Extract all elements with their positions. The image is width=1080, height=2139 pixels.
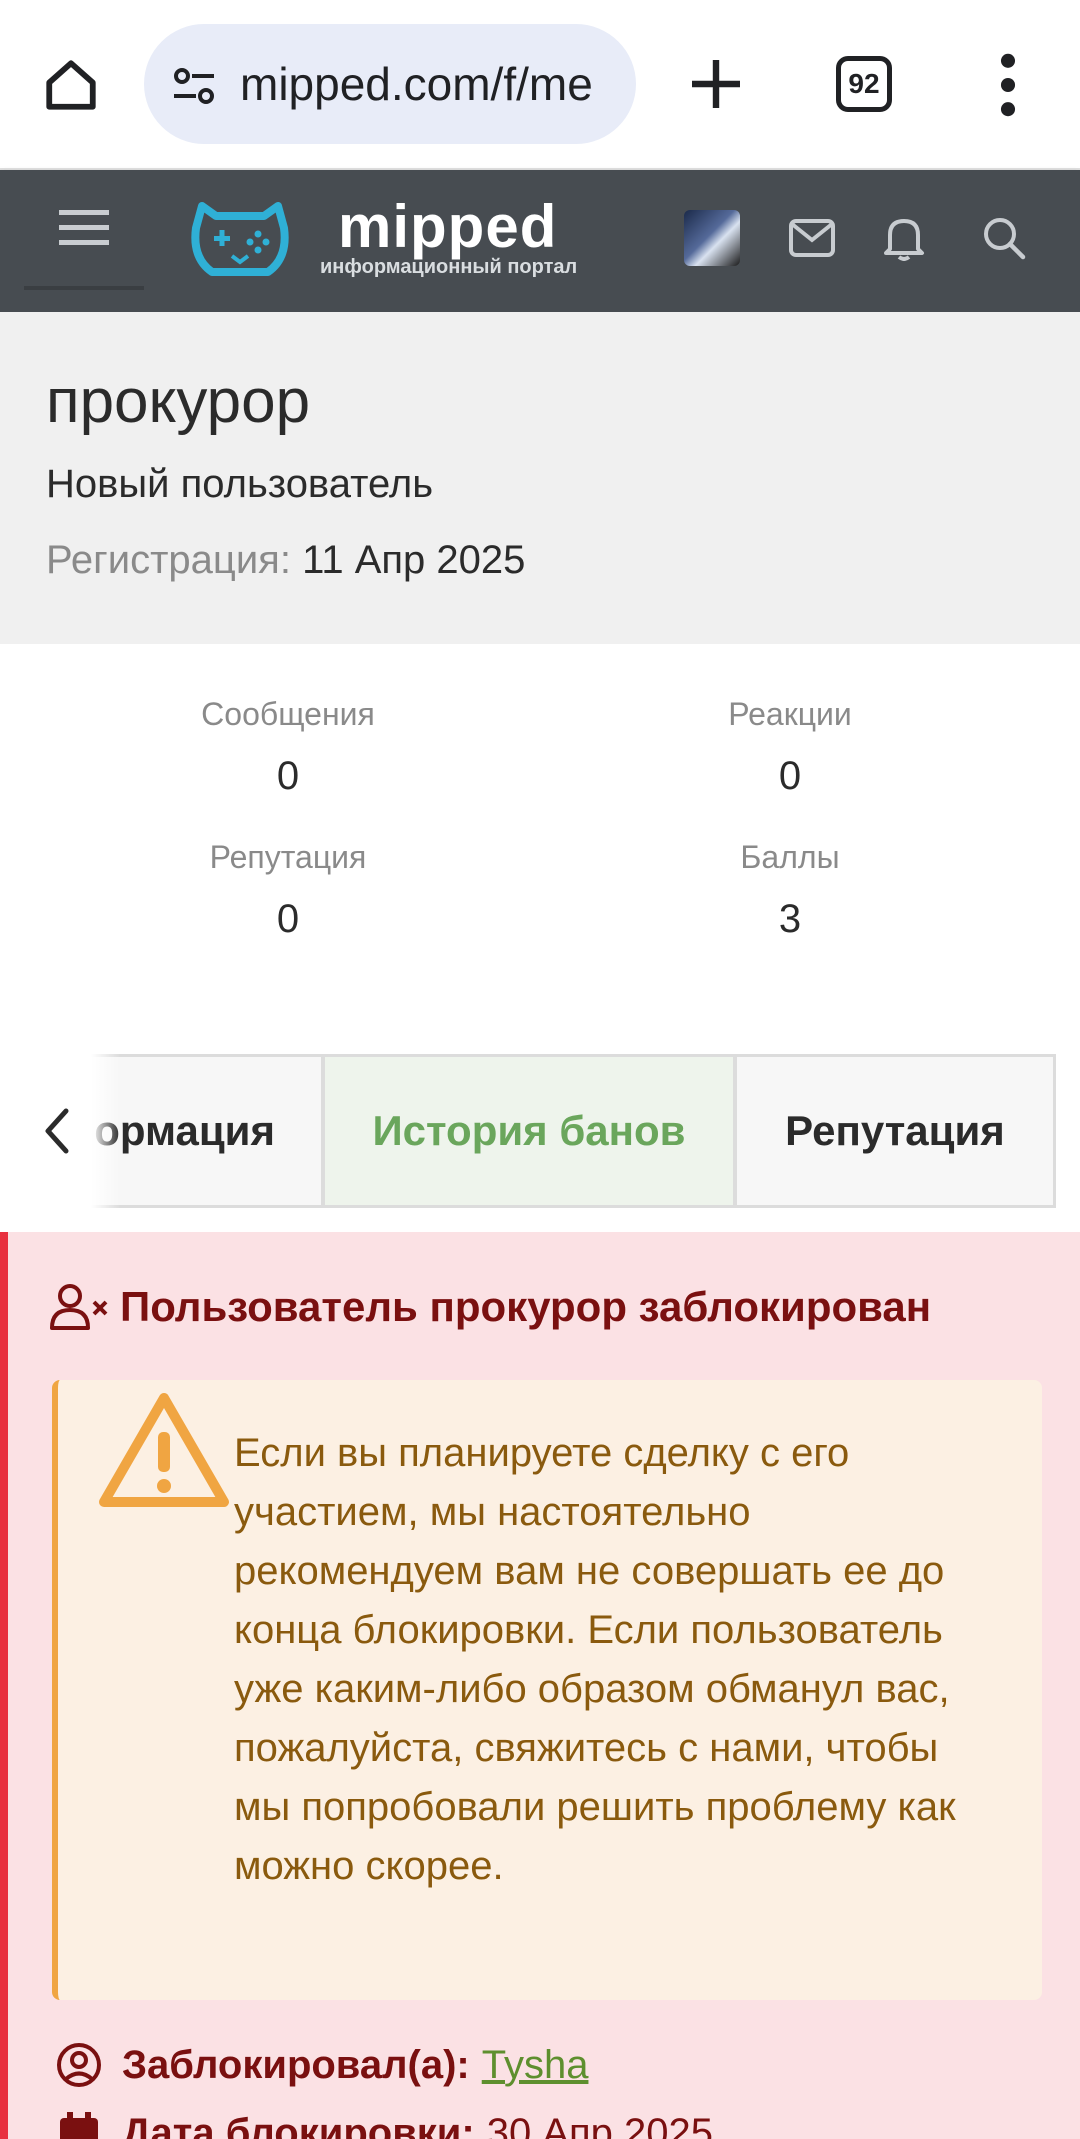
user-blocked-icon [50, 1284, 108, 1330]
stat-messages[interactable]: Сообщения 0 [88, 694, 488, 806]
ban-title: Пользователь прокурор заблокирован [50, 1282, 931, 1332]
bell-icon [884, 219, 924, 261]
ban-date-row: Дата блокировки: 30 Апр 2025 [56, 2110, 713, 2139]
logo-wordmark: mipped [338, 193, 558, 260]
stat-value: 0 [778, 754, 802, 798]
home-icon [46, 60, 96, 110]
inbox-button[interactable] [784, 210, 840, 266]
profile-header: прокурор Новый пользователь Регистрация:… [0, 312, 1080, 644]
more-menu-icon[interactable] [990, 52, 1026, 118]
profile-username: прокурор [46, 367, 311, 436]
banned-by-user-link[interactable]: Tysha [482, 2043, 589, 2088]
stat-reputation[interactable]: Репутация 0 [88, 837, 488, 949]
banned-by-label: Заблокировал(а): [122, 2042, 470, 2087]
site-header: mipped информационный портал [0, 170, 1080, 312]
tab-ban-history[interactable]: История банов [322, 1054, 736, 1208]
profile-user-title: Новый пользователь [46, 462, 434, 506]
stat-label: Репутация [209, 839, 367, 875]
logo-subtitle: информационный портал [320, 256, 578, 278]
search-button[interactable] [976, 210, 1032, 266]
stat-reactions[interactable]: Реакции 0 [590, 694, 990, 806]
ban-notice: Пользователь прокурор заблокирован Если … [0, 1232, 1080, 2139]
warning-icon [99, 1393, 229, 1507]
gamepad-logo-icon [191, 202, 289, 276]
new-tab-icon[interactable] [684, 52, 748, 116]
registration-label: Регистрация: [46, 538, 291, 582]
stat-value: 3 [778, 897, 802, 941]
ban-date-value: 30 Апр 2025 [486, 2110, 714, 2139]
profile-stats: Сообщения 0 Реакции 0 Репутация 0 Баллы … [0, 644, 1080, 1044]
banned-by-row: Заблокировал(а): Tysha [56, 2042, 588, 2088]
address-bar[interactable]: mipped.com/f/me [144, 24, 636, 144]
profile-tabs: ормация История банов Репутация [24, 1054, 1056, 1208]
stat-label: Реакции [728, 696, 852, 732]
browser-toolbar: mipped.com/f/me 92 [0, 0, 1080, 170]
stat-label: Баллы [740, 839, 840, 875]
envelope-icon [789, 219, 835, 257]
tab-switcher-button[interactable]: 92 [836, 56, 892, 112]
hamburger-icon [59, 210, 109, 245]
nav-menu-button[interactable] [24, 170, 144, 290]
ban-title-text: Пользователь прокурор заблокирован [120, 1283, 932, 1330]
tab-reputation[interactable]: Репутация [734, 1054, 1056, 1208]
site-settings-icon[interactable] [170, 62, 218, 110]
stat-value: 0 [276, 897, 300, 941]
home-button[interactable] [38, 52, 104, 118]
stat-value: 0 [276, 754, 300, 798]
stat-label: Сообщения [201, 696, 375, 732]
ban-date-label: Дата блокировки: [122, 2110, 475, 2139]
user-circle-icon [57, 2043, 101, 2087]
profile-registration: Регистрация: 11 Апр 2025 [46, 538, 525, 583]
search-icon [984, 218, 1026, 260]
user-avatar[interactable] [684, 210, 740, 266]
chevron-left-icon [45, 1108, 69, 1154]
alerts-button[interactable] [876, 210, 932, 266]
tabs-scroll-left-button[interactable] [24, 1054, 120, 1208]
site-logo[interactable]: mipped информационный портал [188, 193, 608, 286]
stat-points[interactable]: Баллы 3 [590, 837, 990, 949]
ban-warning-box: Если вы планируете сделку с его участием… [52, 1380, 1042, 2000]
ban-warning-text: Если вы планируете сделку с его участием… [234, 1431, 956, 1888]
calendar-icon [60, 2112, 98, 2139]
url-text[interactable]: mipped.com/f/me [240, 54, 593, 114]
registration-date: 11 Апр 2025 [302, 538, 526, 582]
